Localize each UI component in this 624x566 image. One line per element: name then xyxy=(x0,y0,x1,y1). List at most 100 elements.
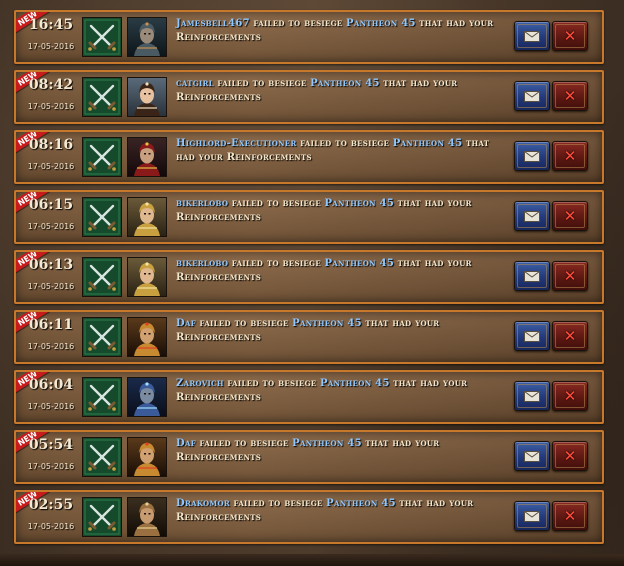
report-row[interactable]: NEW 08:42 17-05-2016 catgirl failed to b… xyxy=(14,70,604,124)
crossed-swords-icon xyxy=(82,137,122,177)
crossed-swords-icon xyxy=(82,77,122,117)
report-row[interactable]: NEW 06:04 17-05-2016 Zarovich failed to … xyxy=(14,370,604,424)
delete-button[interactable]: ✕ xyxy=(552,21,588,51)
delete-button[interactable]: ✕ xyxy=(552,321,588,351)
crossed-swords-icon xyxy=(82,17,122,57)
delete-button[interactable]: ✕ xyxy=(552,261,588,291)
attacker-name-link[interactable]: Zarovich xyxy=(176,378,224,389)
report-message: Jamesbell467 failed to besiege Pantheon … xyxy=(176,17,506,45)
report-date: 17-05-2016 xyxy=(27,342,75,351)
message-button[interactable] xyxy=(514,441,550,471)
report-verb: failed to besiege xyxy=(300,138,390,149)
report-date: 17-05-2016 xyxy=(27,522,75,531)
delete-button[interactable]: ✕ xyxy=(552,201,588,231)
report-verb: failed to besiege xyxy=(231,258,321,269)
target-city-link[interactable]: Pantheon 45 xyxy=(326,498,396,509)
target-city-link[interactable]: Pantheon 45 xyxy=(292,318,362,329)
report-message: Daf failed to besiege Pantheon 45 that h… xyxy=(176,317,506,345)
delete-button[interactable]: ✕ xyxy=(552,381,588,411)
report-time: 16:45 xyxy=(28,17,74,33)
attacker-name-link[interactable]: Daf xyxy=(176,438,196,449)
report-message: Zarovich failed to besiege Pantheon 45 t… xyxy=(176,377,506,405)
golden-paladin-avatar[interactable] xyxy=(127,257,167,297)
crossed-swords-icon xyxy=(82,437,122,477)
spartan-helmet-avatar[interactable] xyxy=(127,317,167,357)
report-time: 05:54 xyxy=(28,437,74,453)
report-message: catgirl failed to besiege Pantheon 45 th… xyxy=(176,77,506,105)
report-date: 17-05-2016 xyxy=(27,102,75,111)
message-button[interactable] xyxy=(514,201,550,231)
button-frame xyxy=(517,264,547,288)
report-verb: failed to besiege xyxy=(199,318,289,329)
attacker-name-link[interactable]: Highlord-Executioner xyxy=(176,138,297,149)
report-date: 17-05-2016 xyxy=(27,402,75,411)
report-verb: failed to besiege xyxy=(233,498,323,509)
delete-button[interactable]: ✕ xyxy=(552,81,588,111)
report-verb: failed to besiege xyxy=(199,438,289,449)
button-frame xyxy=(517,144,547,168)
target-city-link[interactable]: Pantheon 45 xyxy=(310,78,380,89)
message-button[interactable] xyxy=(514,501,550,531)
report-message: Drakomor failed to besiege Pantheon 45 t… xyxy=(176,497,506,525)
button-frame xyxy=(555,504,585,528)
target-city-link[interactable]: Pantheon 45 xyxy=(292,438,362,449)
report-date: 17-05-2016 xyxy=(27,162,75,171)
report-row[interactable]: NEW 06:15 17-05-2016 bikerlobo failed to… xyxy=(14,190,604,244)
button-frame xyxy=(555,264,585,288)
crossed-swords-icon xyxy=(82,257,122,297)
button-frame xyxy=(517,384,547,408)
target-city-link[interactable]: Pantheon 45 xyxy=(320,378,390,389)
report-message: Daf failed to besiege Pantheon 45 that h… xyxy=(176,437,506,465)
crossed-swords-icon xyxy=(82,497,122,537)
report-row[interactable]: NEW 05:54 17-05-2016 Daf failed to besie… xyxy=(14,430,604,484)
report-row[interactable]: NEW 16:45 17-05-2016 Jamesbell467 failed… xyxy=(14,10,604,64)
blue-mage-avatar[interactable] xyxy=(127,377,167,417)
red-armored-warrior-avatar[interactable] xyxy=(127,137,167,177)
delete-button[interactable]: ✕ xyxy=(552,141,588,171)
report-time: 08:16 xyxy=(28,137,74,153)
message-button[interactable] xyxy=(514,261,550,291)
message-button[interactable] xyxy=(514,21,550,51)
crossed-swords-icon xyxy=(82,317,122,357)
delete-button[interactable]: ✕ xyxy=(552,501,588,531)
target-city-link[interactable]: Pantheon 45 xyxy=(346,18,416,29)
report-date: 17-05-2016 xyxy=(27,222,75,231)
attacker-name-link[interactable]: Jamesbell467 xyxy=(176,18,250,29)
message-button[interactable] xyxy=(514,81,550,111)
message-button[interactable] xyxy=(514,141,550,171)
report-message: bikerlobo failed to besiege Pantheon 45 … xyxy=(176,197,506,225)
report-row[interactable]: NEW 08:16 17-05-2016 Highlord-Executione… xyxy=(14,130,604,184)
report-row[interactable]: NEW 02:55 17-05-2016 Drakomor failed to … xyxy=(14,490,604,544)
report-verb: failed to besiege xyxy=(217,78,307,89)
button-frame xyxy=(555,204,585,228)
report-time: 06:11 xyxy=(28,317,74,333)
bronze-warrior-avatar[interactable] xyxy=(127,497,167,537)
attacker-name-link[interactable]: Drakomor xyxy=(176,498,230,509)
report-verb: failed to besiege xyxy=(253,18,343,29)
attacker-name-link[interactable]: catgirl xyxy=(176,78,214,89)
sorceress-avatar[interactable] xyxy=(127,77,167,117)
report-row[interactable]: NEW 06:11 17-05-2016 Daf failed to besie… xyxy=(14,310,604,364)
armored-knight-avatar[interactable] xyxy=(127,17,167,57)
report-row[interactable]: NEW 06:13 17-05-2016 bikerlobo failed to… xyxy=(14,250,604,304)
attacker-name-link[interactable]: bikerlobo xyxy=(176,198,228,209)
delete-button[interactable]: ✕ xyxy=(552,441,588,471)
spartan-helmet-avatar[interactable] xyxy=(127,437,167,477)
report-time: 02:55 xyxy=(28,497,74,513)
button-frame xyxy=(517,444,547,468)
target-city-link[interactable]: Pantheon 45 xyxy=(324,258,394,269)
report-date: 17-05-2016 xyxy=(27,282,75,291)
target-city-link[interactable]: Pantheon 45 xyxy=(393,138,463,149)
attacker-name-link[interactable]: Daf xyxy=(176,318,196,329)
target-city-link[interactable]: Pantheon 45 xyxy=(324,198,394,209)
message-button[interactable] xyxy=(514,381,550,411)
report-message: bikerlobo failed to besiege Pantheon 45 … xyxy=(176,257,506,285)
report-date: 17-05-2016 xyxy=(27,462,75,471)
button-frame xyxy=(517,324,547,348)
button-frame xyxy=(517,204,547,228)
golden-paladin-avatar[interactable] xyxy=(127,197,167,237)
button-frame xyxy=(555,24,585,48)
message-button[interactable] xyxy=(514,321,550,351)
button-frame xyxy=(517,504,547,528)
attacker-name-link[interactable]: bikerlobo xyxy=(176,258,228,269)
